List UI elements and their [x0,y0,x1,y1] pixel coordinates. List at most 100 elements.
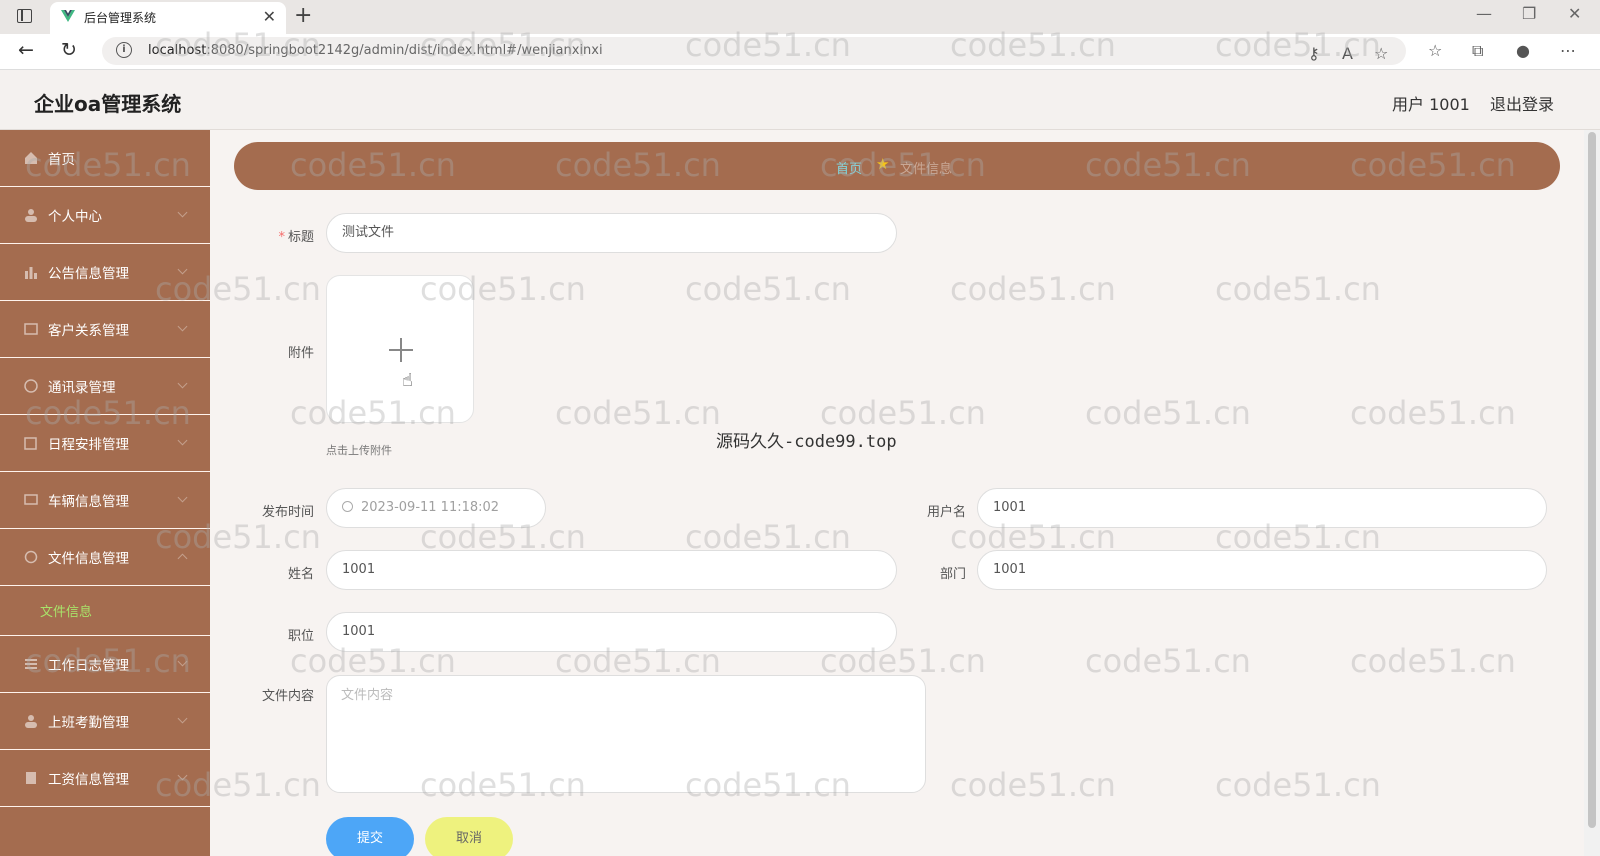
profile-icon[interactable]: ● [1516,41,1530,60]
watermark-text: code51.cn [1215,270,1381,308]
chevron-down-icon [177,770,188,781]
sidebar-item-contacts[interactable]: 通讯录管理 [0,358,210,415]
window-close-icon[interactable]: ✕ [1568,4,1581,23]
content-textarea[interactable]: 文件内容 [326,675,926,793]
doc-icon [24,771,38,785]
sidebar-item-label: 通讯录管理 [48,380,116,396]
sidebar-item-files[interactable]: 文件信息管理 [0,529,210,586]
refresh-icon [24,550,38,564]
scrollbar-thumb[interactable] [1588,132,1596,828]
url-field[interactable]: i localhost:8080/springboot2142g/admin/d… [102,37,1406,65]
sidebar-item-label: 首页 [48,152,75,168]
watermark-text: code51.cn [1215,766,1381,804]
edit-icon [24,436,38,450]
breadcrumb-home-link[interactable]: 首页 [836,158,862,177]
current-user: 用户 1001 [1392,95,1470,114]
center-watermark: 源码久久-code99.top [716,432,897,452]
image-icon [24,322,38,336]
home-icon [24,151,38,165]
chart-icon [24,265,38,279]
browser-tab[interactable]: 后台管理系统 ✕ [50,2,286,34]
sidebar-item-label: 客户关系管理 [48,323,129,339]
attachment-upload[interactable] [326,275,474,423]
title-input[interactable]: 测试文件 [326,213,897,253]
sidebar-item-vehicle[interactable]: 车辆信息管理 [0,472,210,529]
back-icon[interactable]: ← [18,39,34,61]
watermark-text: code51.cn [1085,642,1251,680]
breadcrumb: 首页 ★ 文件信息 [234,142,1560,190]
minimize-icon[interactable]: — [1476,4,1492,23]
sidebar-item-label: 文件信息管理 [48,551,129,567]
sidebar-item-notice[interactable]: 公告信息管理 [0,244,210,301]
sidebar-subitem-label: 文件信息 [40,605,93,620]
sidebar-item-salary[interactable]: 工资信息管理 [0,750,210,807]
more-icon[interactable]: ⋯ [1560,41,1576,60]
sidebar-item-worklog[interactable]: 工作日志管理 [0,636,210,693]
name-input[interactable]: 1001 [326,550,897,590]
restore-icon[interactable]: ❐ [1522,4,1536,23]
sidebar-item-label: 上班考勤管理 [48,715,129,731]
position-input[interactable]: 1001 [326,612,897,652]
publish-time-input[interactable]: 2023-09-11 11:18:02 [326,488,546,528]
tab-actions-icon[interactable] [17,9,32,23]
sidebar-item-schedule[interactable]: 日程安排管理 [0,415,210,472]
watermark-text: code51.cn [1350,642,1516,680]
star-separator-icon: ★ [876,155,890,173]
watermark-text: code51.cn [950,766,1116,804]
sidebar-item-personal[interactable]: 个人中心 [0,187,210,244]
sidebar-item-label: 工资信息管理 [48,772,129,788]
username-input[interactable]: 1001 [977,488,1547,528]
reload-icon[interactable]: ↻ [61,39,77,61]
content-label: 文件内容 [261,689,314,704]
read-aloud-icon[interactable]: A [1342,44,1353,63]
chevron-down-icon [177,656,188,667]
chevron-down-icon [177,321,188,332]
collections-icon[interactable]: ⧉ [1472,41,1483,61]
submit-button[interactable]: 提交 [326,817,414,856]
logout-button[interactable]: 退出登录 [1490,91,1554,115]
cancel-button[interactable]: 取消 [425,817,513,856]
favorites-icon[interactable]: ☆ [1428,41,1442,60]
tab-close-icon[interactable]: ✕ [263,7,276,26]
new-tab-icon[interactable]: + [294,3,312,28]
app-header: 企业oa管理系统 用户 1001 退出登录 [0,70,1600,130]
chevron-down-icon [177,378,188,389]
watermark-text: code51.cn [685,270,851,308]
add-favorite-icon[interactable]: ☆ [1374,44,1388,63]
message-icon [24,493,38,507]
vue-logo-icon [61,10,75,22]
publish-time-label: 发布时间 [261,505,314,520]
key-icon[interactable]: ⚷ [1308,44,1320,63]
clock-icon [342,501,353,512]
site-info-icon[interactable]: i [116,42,132,58]
chevron-down-icon [177,207,188,218]
watermark-text: code51.cn [950,270,1116,308]
chevron-down-icon [177,435,188,446]
dept-label: 部门 [939,567,966,582]
menu-icon [24,657,38,671]
sidebar-item-attendance[interactable]: 上班考勤管理 [0,693,210,750]
sidebar-subitem-file-info[interactable]: 文件信息 [0,586,210,636]
sidebar-item-label: 公告信息管理 [48,266,129,282]
watermark-text: code51.cn [555,394,721,432]
tab-title: 后台管理系统 [84,11,157,25]
position-label: 职位 [287,629,314,644]
address-bar: ← ↻ i localhost:8080/springboot2142g/adm… [0,34,1600,70]
user-icon [24,208,38,222]
sidebar-item-customer[interactable]: 客户关系管理 [0,301,210,358]
sidebar-item-home[interactable]: 首页 [0,130,210,187]
sidebar-item-label: 工作日志管理 [48,658,129,674]
user-icon [24,714,38,728]
browser-tab-bar: 后台管理系统 ✕ + — ❐ ✕ [0,0,1600,34]
watermark-text: code51.cn [1350,394,1516,432]
scrollbar[interactable] [1584,130,1600,856]
sidebar-item-label: 个人中心 [48,209,102,225]
sidebar: 首页 个人中心 公告信息管理 客户关系管理 通讯录管理 日程安排管理 车辆信息管… [0,130,210,856]
url-text: localhost:8080/springboot2142g/admin/dis… [148,43,603,58]
name-label: 姓名 [287,567,314,582]
chevron-down-icon [177,713,188,724]
upload-tip: 点击上传附件 [326,444,392,457]
username-label: 用户名 [926,505,966,520]
sidebar-item-label: 日程安排管理 [48,437,129,453]
dept-input[interactable]: 1001 [977,550,1547,590]
